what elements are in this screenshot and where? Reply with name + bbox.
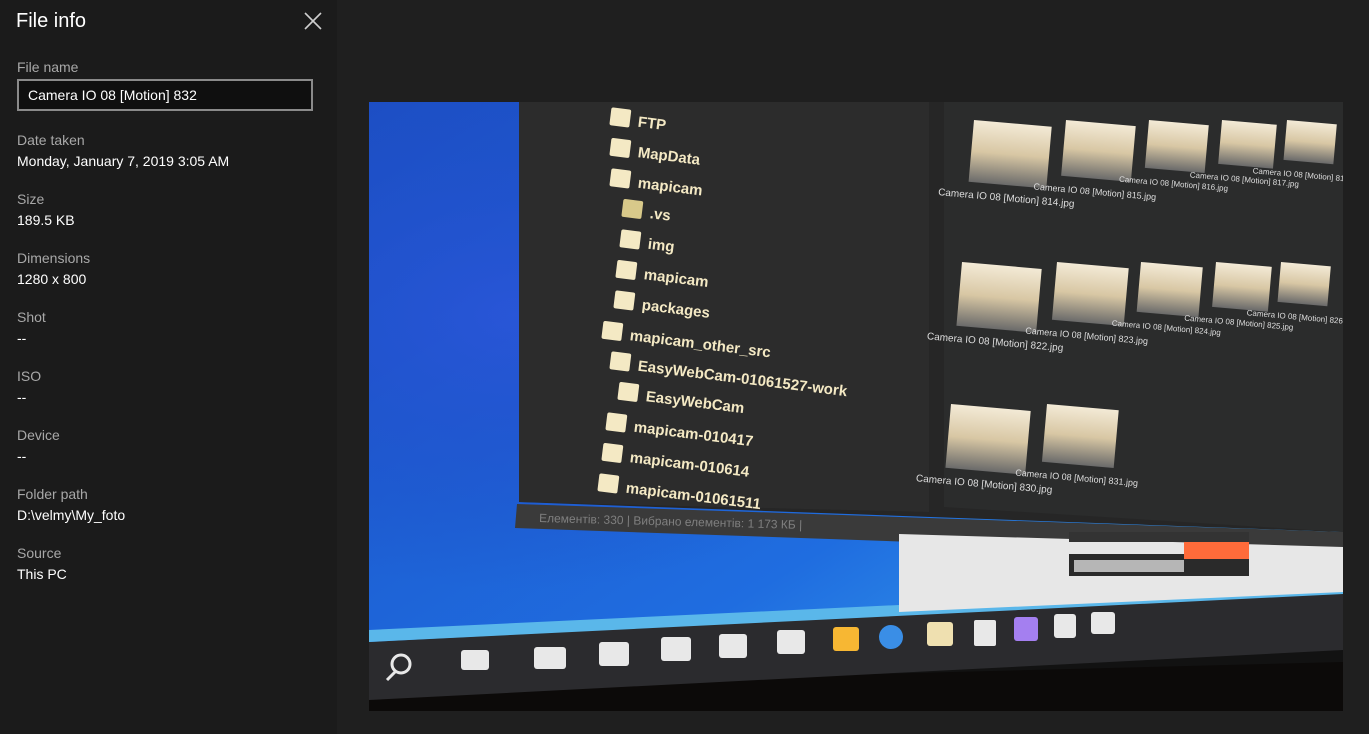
iso-value: -- <box>17 389 27 405</box>
thumbnail-image <box>968 120 1052 189</box>
device-value: -- <box>17 448 27 464</box>
folder-path-field: Folder path D:\velmy\My_foto <box>17 485 317 526</box>
dimensions-value: 1280 x 800 <box>17 271 87 287</box>
date-taken-value: Monday, January 7, 2019 3:05 AM <box>17 153 230 169</box>
folder-name: .vs <box>649 205 672 224</box>
source-value: This PC <box>17 566 67 582</box>
app-icon <box>974 620 996 646</box>
folder-icon <box>609 168 632 189</box>
visual-studio-icon <box>1014 617 1038 641</box>
folder-icon <box>617 382 640 402</box>
folder-icon <box>609 107 632 128</box>
panel-title: File info <box>16 10 87 32</box>
photo-image[interactable]: Елементів: 330 | Вибрано елементів: 1 17… <box>369 102 1343 711</box>
thumbnail-image <box>1283 120 1337 165</box>
shot-value: -- <box>17 330 27 346</box>
thumbnail-image <box>1136 262 1203 318</box>
folder-name: FTP <box>637 114 667 134</box>
app-icon <box>777 630 805 654</box>
thumbnail-image <box>956 262 1042 333</box>
task-view-icon <box>461 650 489 670</box>
shot-label: Shot <box>17 309 46 325</box>
file-name-input[interactable] <box>17 79 313 111</box>
app-icon <box>661 637 691 661</box>
file-name-label: File name <box>17 59 79 75</box>
thumbnail-image <box>1051 262 1129 327</box>
folder-icon <box>609 351 632 372</box>
photo-viewer: Елементів: 330 | Вибрано елементів: 1 17… <box>337 0 1369 734</box>
folder-icon <box>605 412 628 433</box>
file-info-fields: File name Date taken Monday, January 7, … <box>17 58 317 603</box>
thumbnail-image <box>1212 262 1272 312</box>
size-label: Size <box>17 191 45 207</box>
iso-label: ISO <box>17 368 42 384</box>
thumbnail-image <box>945 403 1031 475</box>
camera-icon <box>1091 612 1115 634</box>
folder-path-label: Folder path <box>17 486 88 502</box>
app-icon <box>833 627 859 651</box>
folder-icon <box>609 138 632 158</box>
date-taken-label: Date taken <box>17 132 85 148</box>
folder-icon <box>597 473 620 494</box>
file-info-panel: File info File name Date taken Monday, J… <box>0 0 337 734</box>
folder-icon <box>613 290 636 311</box>
thumbnail-image <box>1061 120 1136 182</box>
source-field: Source This PC <box>17 544 317 585</box>
folder-icon <box>619 229 642 250</box>
photo-content: Елементів: 330 | Вибрано елементів: 1 17… <box>369 102 1343 711</box>
folder-icon <box>621 199 644 219</box>
device-field: Device -- <box>17 426 317 467</box>
file-name-field: File name <box>17 58 317 111</box>
app-icon <box>599 642 629 666</box>
browser-icon <box>879 625 903 649</box>
shot-field: Shot -- <box>17 308 317 349</box>
dimensions-field: Dimensions 1280 x 800 <box>17 249 317 290</box>
app-icon <box>719 634 747 658</box>
app-icon <box>534 647 566 669</box>
size-field: Size 189.5 KB <box>17 190 317 231</box>
date-taken-field: Date taken Monday, January 7, 2019 3:05 … <box>17 131 317 172</box>
thumbnail-image <box>1041 403 1119 469</box>
thumbnail-image <box>1277 262 1331 307</box>
thumbnail-image <box>1144 119 1209 174</box>
thumbnail-image <box>1218 119 1277 169</box>
close-icon <box>304 12 322 30</box>
folder-icon <box>601 321 624 341</box>
close-button[interactable] <box>300 8 326 34</box>
folder-path-value: D:\velmy\My_foto <box>17 507 126 523</box>
folder-name: img <box>647 236 676 256</box>
folder-icon <box>927 622 953 646</box>
iso-field: ISO -- <box>17 367 317 408</box>
device-label: Device <box>17 427 60 443</box>
folder-icon <box>601 443 624 463</box>
size-value: 189.5 KB <box>17 212 75 228</box>
source-label: Source <box>17 545 62 561</box>
folder-icon <box>615 260 638 280</box>
store-icon <box>1054 614 1076 638</box>
dimensions-label: Dimensions <box>17 250 91 266</box>
